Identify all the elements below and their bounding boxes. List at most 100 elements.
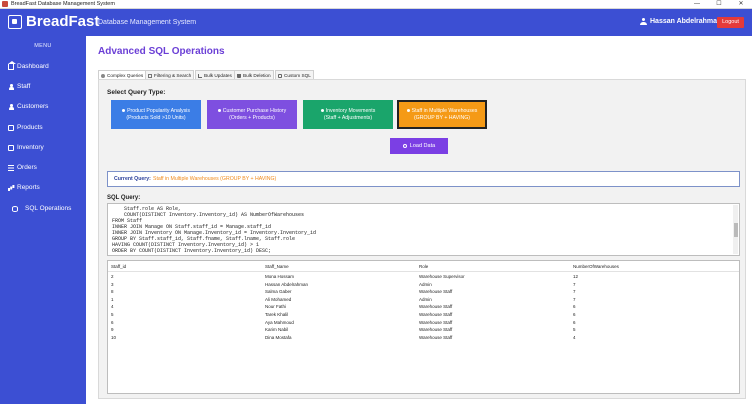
sidebar-item-label: Dashboard [17,63,49,70]
table-cell[interactable]: Warehouse Staff [419,320,452,326]
user-icon [640,18,647,25]
query-button-line2: (Staff + Adjustments) [323,114,373,121]
table-cell[interactable]: Mona Hossam [265,274,294,280]
table-cell[interactable]: Karim Nabil [265,327,288,333]
scrollbar-thumb[interactable] [733,223,738,237]
sidebar-item-dashboard[interactable]: Dashboard [0,60,86,74]
table-cell[interactable]: 6 [111,320,114,326]
maximize-button[interactable]: ☐ [708,0,730,9]
table-cell[interactable]: 9 [111,327,114,333]
table-cell[interactable]: 6 [573,320,576,326]
column-header-role[interactable]: Role [419,264,428,270]
table-cell[interactable]: Salma Gaber [265,289,292,295]
table-cell[interactable]: 5 [111,312,114,318]
app-icon [2,1,8,7]
sidebar-item-label: Inventory [17,144,44,151]
table-cell[interactable]: Hassan Abdelrahman [265,282,308,288]
query-button-line1: Product Popularity Analysis [127,108,190,114]
window-title: BreadFast Database Management System [11,1,115,7]
filter-icon [148,74,152,78]
table-cell[interactable]: 10 [111,335,116,341]
staff-multiple-warehouses-button[interactable]: Staff in Multiple Warehouses (GROUP BY + … [397,100,487,129]
person-icon [8,104,14,110]
results-table: Staff_id Staff_Name Role NumberOfWarehou… [107,260,740,394]
sql-query-textarea[interactable]: Staff.role AS Role, COUNT(DISTINCT Inven… [107,203,740,256]
tab-label: Complex Queries [107,73,144,78]
current-query-value: Staff in Multiple Warehouses (GROUP BY +… [153,176,277,182]
table-cell[interactable]: Warehouse Staff [419,304,452,310]
column-header-staff-id[interactable]: Staff_id [111,264,126,270]
sidebar-item-customers[interactable]: Customers [0,100,86,114]
brand-name: BreadFast [26,13,100,30]
table-cell[interactable]: Admin [419,297,432,303]
table-cell[interactable]: Warehouse Staff [419,289,452,295]
table-cell[interactable]: 4 [111,304,114,310]
sidebar-item-sql-operations[interactable]: SQL Operations [0,202,86,216]
inventory-movements-button[interactable]: Inventory Movements (Staff + Adjustments) [303,100,393,129]
sidebar-item-label: Customers [17,103,49,110]
sidebar-item-reports[interactable]: Reports [0,181,86,195]
sidebar-item-products[interactable]: Products [0,121,86,135]
tab-label: Bulk Deletion [243,73,271,78]
query-button-line2: (GROUP BY + HAVING) [413,114,471,121]
sidebar: MENU Dashboard Staff Customers Products … [0,36,86,404]
table-cell[interactable]: Tarek Khalil [265,312,288,318]
chart-icon [8,185,14,191]
table-cell[interactable]: 12 [573,274,578,280]
sidebar-item-inventory[interactable]: Inventory [0,141,86,155]
table-cell[interactable]: Warehouse Staff [419,327,452,333]
sql-line: ORDER BY COUNT(DISTINCT Inventory.Invent… [112,248,272,254]
customer-purchase-history-button[interactable]: Customer Purchase History (Orders + Produ… [207,100,297,129]
bullet-icon [217,109,221,113]
database-icon [12,206,18,212]
table-cell[interactable]: 1 [111,297,114,303]
load-data-label: Load Data [409,143,436,149]
minimize-button[interactable]: — [686,0,708,9]
table-cell[interactable]: Aya Mahmoud [265,320,294,326]
table-cell[interactable]: 2 [111,274,114,280]
sql-scrollbar[interactable] [733,205,738,254]
table-cell[interactable]: Dina Mostafa [265,335,292,341]
table-cell[interactable]: Warehouse Staff [419,312,452,318]
table-cell[interactable]: Warehouse Supervisor [419,274,465,280]
current-query-box: Current Query: Staff in Multiple Warehou… [107,171,740,187]
tab-label: Bulk Updates [204,73,232,78]
edit-icon [198,74,202,78]
column-header-warehouses[interactable]: NumberOfWarehouses [573,264,619,270]
search-icon [101,74,105,78]
select-query-label: Select Query Type: [107,89,166,96]
sidebar-item-label: Products [17,124,43,131]
sidebar-item-staff[interactable]: Staff [0,80,86,94]
table-cell[interactable]: Admin [419,282,432,288]
table-cell[interactable]: 8 [111,289,114,295]
box-icon [8,145,14,151]
table-cell[interactable]: 4 [573,335,576,341]
table-cell[interactable]: 7 [573,282,576,288]
query-button-line1: Staff in Multiple Warehouses [411,108,478,114]
table-cell[interactable]: 5 [573,327,576,333]
table-cell[interactable]: Warehouse Staff [419,335,452,341]
table-cell[interactable]: 6 [573,312,576,318]
table-cell[interactable]: 7 [573,297,576,303]
sidebar-item-orders[interactable]: Orders [0,161,86,175]
column-header-staff-name[interactable]: Staff_Name [265,264,289,270]
app-header: BreadFast Database Management System Has… [0,9,752,36]
list-icon [8,165,14,171]
logout-button[interactable]: Logout [717,17,744,28]
table-cell[interactable]: 7 [573,289,576,295]
code-icon [278,74,282,78]
app-subtitle: Database Management System [98,19,197,26]
product-popularity-button[interactable]: Product Popularity Analysis (Products Sol… [111,100,201,129]
close-button[interactable]: ✕ [730,0,752,9]
trash-icon [237,74,241,78]
load-data-button[interactable]: Load Data [390,138,448,154]
tab-label: Filtering & Search [154,73,192,78]
query-button-line1: Inventory Movements [325,108,376,114]
table-cell[interactable]: 3 [111,282,114,288]
table-cell[interactable]: Nour Fathi [265,304,286,310]
bullet-icon [320,109,324,113]
table-cell[interactable]: 6 [573,304,576,310]
table-cell[interactable]: Ali Mohamed [265,297,291,303]
sidebar-item-label: SQL Operations [25,205,72,212]
sql-query-label: SQL Query: [107,195,141,201]
